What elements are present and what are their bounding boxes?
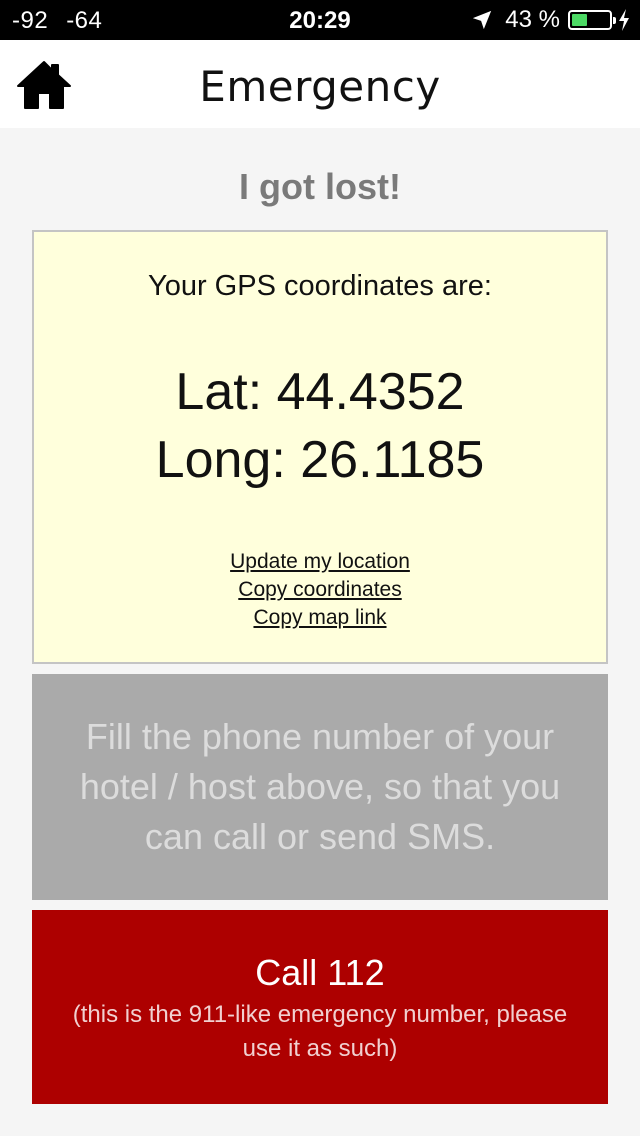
call-112-button[interactable]: Call 112 (this is the 911-like emergency… bbox=[32, 910, 608, 1104]
copy-map-link[interactable]: Copy map link bbox=[34, 604, 606, 632]
call-title: Call 112 bbox=[255, 952, 385, 993]
call-note: (this is the 911-like emergency number, … bbox=[72, 1001, 568, 1062]
call-sms-disabled-panel: Fill the phone number of your hotel / ho… bbox=[32, 674, 608, 900]
lost-heading: I got lost! bbox=[239, 166, 401, 207]
gps-intro-text: Your GPS coordinates are: bbox=[148, 270, 492, 302]
longitude-value: Long: 26.1185 bbox=[155, 431, 485, 489]
update-location-link[interactable]: Update my location bbox=[34, 548, 606, 576]
status-bar: -92 -64 20:29 43 % bbox=[0, 0, 640, 40]
charging-bolt-icon bbox=[619, 9, 629, 31]
latitude-value: Lat: 44.4352 bbox=[175, 363, 465, 421]
copy-coordinates-link[interactable]: Copy coordinates bbox=[34, 576, 606, 604]
battery-level-fill bbox=[572, 14, 587, 26]
nav-bar: Emergency bbox=[0, 40, 640, 128]
status-right: 43 % bbox=[471, 6, 630, 34]
page-title: Emergency bbox=[199, 62, 441, 111]
battery-percent: 43 % bbox=[505, 6, 560, 33]
battery-icon bbox=[568, 10, 616, 30]
gps-actions: Update my location Copy coordinates Copy… bbox=[34, 548, 606, 632]
location-arrow-icon bbox=[473, 10, 492, 30]
gps-coordinates-panel: Your GPS coordinates are: Lat: 44.4352 L… bbox=[32, 230, 608, 664]
